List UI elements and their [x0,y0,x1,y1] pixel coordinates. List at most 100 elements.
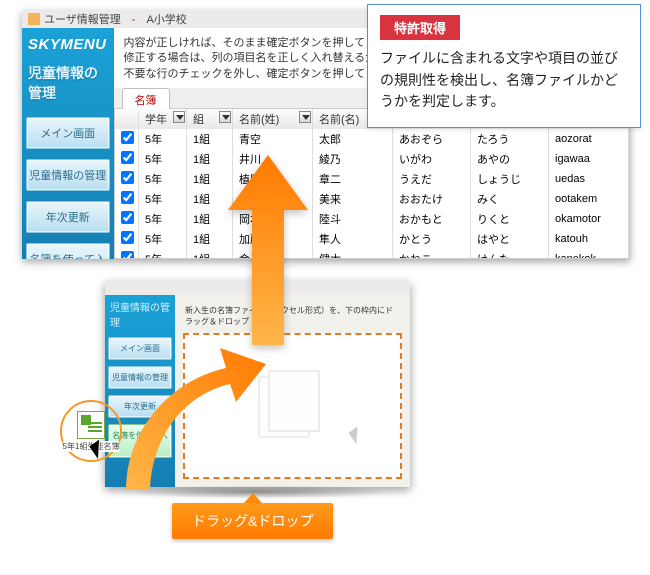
row-checkbox[interactable] [121,191,134,204]
cell: uedas [549,169,629,189]
cell: 1組 [187,249,233,259]
cell: katouh [549,229,629,249]
table-row: 5年1組大竹美来おおたけみくootakem [115,189,629,209]
drop-zone[interactable] [183,333,402,479]
roster-table-wrap: 学年組名前(姓)名前(名)かな(姓)かな(名)ユーザID 5年1組青空太郎あおぞ… [114,108,631,259]
window-title: ユーザ情報管理 - A小学校 [44,11,187,27]
patent-badge: 特許取得 [380,15,460,40]
sidebar-small: 児童情報の管理 メイン画面 児童情報の管理 年次更新 名簿を使って入学 [105,295,175,487]
sidebar: SKYMENU 児童情報の管理 メイン画面 児童情報の管理 年次更新 名簿を使っ… [22,28,114,259]
table-row: 5年1組井川綾乃いがわあやのigawaa [115,149,629,169]
cell: 1組 [187,129,233,149]
cursor-icon [92,440,108,460]
cell: うえだ [393,169,471,189]
col-header[interactable]: 組 [187,109,233,129]
cell: みく [471,189,549,209]
nav-roster-enroll[interactable]: 名簿を使って入学 [26,243,110,259]
drop-window: 児童情報の管理 メイン画面 児童情報の管理 年次更新 名簿を使って入学 新入生の… [105,281,410,487]
app-icon [28,13,40,25]
drop-pane: 新入生の名簿ファイル（エクセル形式）を、下の枠内にドラッグ＆ドロップ [175,295,410,487]
brand-logo: SKYMENU [26,34,110,53]
cell: 1組 [187,229,233,249]
cell: 金子 [233,249,313,259]
row-checkbox[interactable] [121,211,134,224]
cell: おおたけ [393,189,471,209]
drop-hint: 新入生の名簿ファイル（エクセル形式）を、下の枠内にドラッグ＆ドロップ [181,301,404,331]
cell: ootakem [549,189,629,209]
cursor-ghost-icon [351,427,368,449]
cell: たろう [471,129,549,149]
col-header[interactable]: 学年 [139,109,187,129]
nav-main-s[interactable]: メイン画面 [108,337,172,360]
row-checkbox[interactable] [121,231,134,244]
callout: 特許取得 ファイルに含まれる文字や項目の並びの規則性を検出し、名簿ファイルかどう… [367,4,641,128]
cell: 5年 [139,149,187,169]
cell: 美来 [313,189,393,209]
col-header[interactable]: 名前(姓) [233,109,313,129]
cell: 青空 [233,129,313,149]
drag-drop-label: ドラッグ&ドロップ [172,503,333,539]
cell: かねこ [393,249,471,259]
cell: 1組 [187,189,233,209]
cell: 隼人 [313,229,393,249]
cell: はやと [471,229,549,249]
nav-year-update[interactable]: 年次更新 [26,201,110,233]
cell: 綾乃 [313,149,393,169]
titlebar-small [105,281,410,295]
cell: 太郎 [313,129,393,149]
excel-file-icon[interactable] [77,411,105,439]
nav-student-info[interactable]: 児童情報の管理 [26,159,110,191]
cell: 5年 [139,169,187,189]
table-row: 5年1組加藤隼人かとうはやとkatouh [115,229,629,249]
cell: けんた [471,249,549,259]
col-header[interactable] [115,109,139,129]
page-title: 児童情報の管理 [26,63,110,107]
row-checkbox[interactable] [121,131,134,144]
cell: igawaa [549,149,629,169]
cell: 1組 [187,209,233,229]
cell: aozorat [549,129,629,149]
cell: 5年 [139,129,187,149]
cell: 大竹 [233,189,313,209]
cell: しょうじ [471,169,549,189]
cell: 5年 [139,209,187,229]
row-checkbox[interactable] [121,151,134,164]
cell: kanekok [549,249,629,259]
cell: 陸斗 [313,209,393,229]
cell: あおぞら [393,129,471,149]
table-row: 5年1組岡本陸斗おかもとりくとokamotor [115,209,629,229]
cell: いがわ [393,149,471,169]
dropdown-icon[interactable] [219,111,231,123]
nav-main[interactable]: メイン画面 [26,117,110,149]
cell: りくと [471,209,549,229]
row-checkbox[interactable] [121,171,134,184]
cell: かとう [393,229,471,249]
cell: おかもと [393,209,471,229]
cell: あやの [471,149,549,169]
cell: 5年 [139,189,187,209]
cell: 1組 [187,169,233,189]
document-icon [258,376,328,436]
page-title-small: 児童情報の管理 [108,299,172,331]
file-icon-circle: 5年1組生徒名簿 [60,400,122,462]
callout-text: ファイルに含まれる文字や項目の並びの規則性を検出し、名簿ファイルかどうかを判定し… [380,48,628,113]
dropdown-icon[interactable] [299,111,311,123]
cell: 植田 [233,169,313,189]
cell: 井川 [233,149,313,169]
cell: 5年 [139,249,187,259]
table-row: 5年1組青空太郎あおぞらたろうaozorat [115,129,629,149]
cell: 1組 [187,149,233,169]
dropdown-icon[interactable] [173,111,185,123]
row-checkbox[interactable] [121,251,134,259]
cell: 5年 [139,229,187,249]
cell: okamotor [549,209,629,229]
roster-table: 学年組名前(姓)名前(名)かな(姓)かな(名)ユーザID 5年1組青空太郎あおぞ… [115,109,630,259]
cell: 章二 [313,169,393,189]
cell: 岡本 [233,209,313,229]
tab-roster[interactable]: 名簿 [122,88,170,111]
table-row: 5年1組金子健太かねこけんたkanekok [115,249,629,259]
cell: 加藤 [233,229,313,249]
nav-student-info-s[interactable]: 児童情報の管理 [108,366,172,389]
table-row: 5年1組植田章二うえだしょうじuedas [115,169,629,189]
cell: 健太 [313,249,393,259]
